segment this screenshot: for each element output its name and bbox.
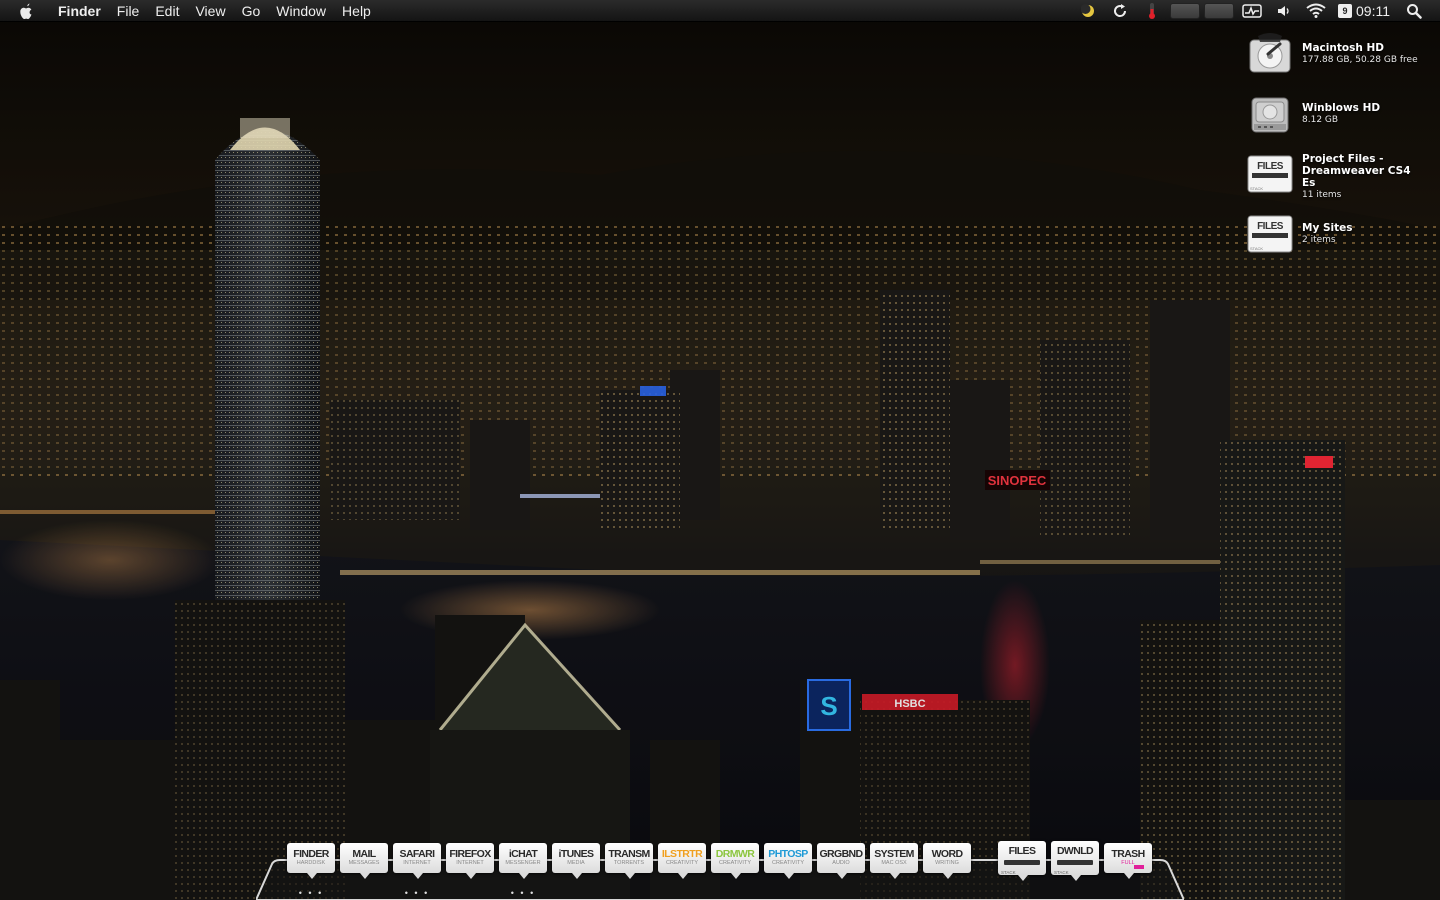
menu-edit[interactable]: Edit	[147, 0, 187, 22]
desktop-icon-name: Project Files -	[1302, 153, 1384, 165]
desktop-icon-info: 8.12 GB	[1302, 115, 1339, 125]
desktop-icon-macintosh-hd[interactable]: Macintosh HD 177.88 GB, 50.28 GB free	[1246, 30, 1426, 90]
dock-sublabel: CREATIVITY	[666, 860, 698, 866]
city-night-skyline: SINOPEC S HSBC	[0, 0, 1440, 900]
dock-sublabel: CREATIVITY	[772, 860, 804, 866]
dock-item-trash[interactable]: TRASH FULL	[1103, 841, 1153, 900]
menu-file[interactable]: File	[109, 0, 148, 22]
dock-label: iTUNES	[558, 848, 595, 860]
dock-label: iCHAT	[508, 848, 538, 860]
dock-label: TRANSM	[608, 848, 650, 860]
desktop-icon-project-files[interactable]: FILES STACK Project Files - Dreamweaver …	[1246, 150, 1426, 210]
desktop-icon-info: 11 items	[1302, 190, 1342, 200]
running-indicator: • • •	[510, 888, 536, 898]
dock-sublabel: HARDDISK	[296, 860, 326, 866]
dock-item-firefox[interactable]: FIREFOX INTERNET	[445, 841, 495, 900]
dock-sublabel: MESSENGER	[505, 860, 541, 866]
activity-monitor-icon[interactable]	[1241, 0, 1263, 22]
dock-item-illustrator[interactable]: ILSTRTR CREATIVITY	[657, 841, 707, 900]
cpu-meter[interactable]	[1170, 2, 1200, 19]
dock-sublabel: INTERNET	[456, 860, 484, 866]
dock-label: FIREFOX	[449, 848, 491, 860]
dock-stack-downloads[interactable]: DWNLD STACK	[1050, 841, 1100, 900]
trash-full-indicator	[1134, 865, 1144, 869]
dock-item-mail[interactable]: MAIL MESSAGES	[339, 841, 389, 900]
dock-item-itunes[interactable]: iTUNES MEDIA	[551, 841, 601, 900]
dock-label: WORD	[931, 848, 963, 860]
dock-label: PHTOSP	[768, 848, 808, 860]
desktop-icons: Macintosh HD 177.88 GB, 50.28 GB free Wi…	[1246, 30, 1426, 270]
dock-item-transmission[interactable]: TRANSM TORRENTS	[604, 841, 654, 900]
menu-view[interactable]: View	[187, 0, 233, 22]
dock-label: GRGBND	[819, 848, 863, 860]
files-stack-icon: FILES STACK	[1246, 210, 1294, 258]
dock-sublabel: TORRENTS	[613, 860, 645, 866]
menu-help[interactable]: Help	[334, 0, 379, 22]
desktop-icon-info: 2 items	[1302, 235, 1336, 245]
desktop-icon-name: Winblows HD	[1302, 102, 1381, 114]
menu-finder[interactable]: Finder	[50, 0, 109, 22]
dock-item-word[interactable]: WORD WRITING	[922, 841, 972, 900]
spotlight-icon[interactable]	[1403, 0, 1425, 22]
dock-sublabel: STACK	[1001, 870, 1016, 875]
dock-item-photoshop[interactable]: PHTOSP CREATIVITY	[763, 841, 813, 900]
apple-menu-icon[interactable]	[18, 2, 36, 20]
dock-item-system-preferences[interactable]: SYSTEM MAC OSX	[869, 841, 919, 900]
volume-icon[interactable]	[1273, 0, 1295, 22]
stack-label: FILES	[1257, 221, 1284, 232]
dock-sublabel: CREATIVITY	[719, 860, 751, 866]
dock-label: ILSTRTR	[661, 848, 703, 860]
dock-sublabel: AUDIO	[832, 860, 850, 866]
menu-go[interactable]: Go	[234, 0, 269, 22]
hard-drive-icon	[1246, 90, 1294, 138]
desktop-icon-winblows-hd[interactable]: Winblows HD 8.12 GB	[1246, 90, 1426, 150]
desktop-icon-name: Macintosh HD	[1302, 42, 1384, 54]
hard-drive-icon	[1246, 30, 1294, 78]
files-stack-icon: FILES STACK	[1246, 150, 1294, 198]
running-indicator: • • •	[404, 888, 430, 898]
dock-label: FILES	[1008, 845, 1036, 857]
dock-sublabel: MEDIA	[567, 860, 585, 866]
dock-stack-files[interactable]: FILES STACK	[997, 841, 1047, 900]
dock-label: DWNLD	[1056, 845, 1094, 857]
dock-sublabel: WRITING	[935, 860, 959, 866]
wifi-icon[interactable]	[1305, 0, 1327, 22]
dock-sublabel: MESSAGES	[348, 860, 380, 866]
dock-label: SYSTEM	[874, 848, 914, 860]
temperature-meter[interactable]	[1141, 0, 1163, 22]
dock-item-safari[interactable]: SAFARI INTERNET • • •	[392, 841, 442, 900]
dock-label: TRASH	[1111, 848, 1145, 860]
dock-item-dreamweaver[interactable]: DRMWR CREATIVITY	[710, 841, 760, 900]
moon-icon[interactable]	[1077, 0, 1099, 22]
dock-sublabel: STACK	[1054, 870, 1069, 875]
dock: FINDER HARDDISK • • • MAIL MESSAGES SAFARI…	[286, 841, 1156, 900]
menu-bar: Finder File Edit View Go Window Help 9 0…	[0, 0, 1440, 22]
memory-meter[interactable]	[1204, 2, 1234, 19]
stack-sublabel: STACK	[1250, 186, 1263, 191]
desktop-icon-name-line2: Dreamweaver CS4 Es	[1302, 165, 1411, 189]
stack-sublabel: STACK	[1250, 246, 1263, 251]
desktop-wallpaper: SINOPEC S HSBC	[0, 0, 1440, 900]
dock-item-garageband[interactable]: GRGBND AUDIO	[816, 841, 866, 900]
menu-clock[interactable]: 09:11	[1356, 3, 1390, 19]
menu-window[interactable]: Window	[268, 0, 334, 22]
dock-label: SAFARI	[399, 848, 436, 860]
sync-icon[interactable]	[1109, 0, 1131, 22]
dock-separator	[975, 841, 997, 900]
dock-label: FINDER	[293, 848, 329, 860]
dock-item-finder[interactable]: FINDER HARDDISK • • •	[286, 841, 336, 900]
desktop-icon-name: My Sites	[1302, 222, 1353, 234]
dock-sublabel: FULL	[1121, 860, 1135, 866]
desktop-icon-info: 177.88 GB, 50.28 GB free	[1302, 55, 1418, 65]
running-indicator: • • •	[298, 888, 324, 898]
dock-label: DRMWR	[715, 848, 755, 860]
dock-sublabel: INTERNET	[403, 860, 431, 866]
calendar-icon[interactable]: 9	[1338, 3, 1352, 18]
desktop-icon-my-sites[interactable]: FILES STACK My Sites 2 items	[1246, 210, 1426, 270]
stack-label: FILES	[1257, 161, 1284, 172]
dock-sublabel: MAC OSX	[881, 860, 907, 866]
dock-label: MAIL	[352, 848, 376, 860]
dock-item-ichat[interactable]: iCHAT MESSENGER • • •	[498, 841, 548, 900]
